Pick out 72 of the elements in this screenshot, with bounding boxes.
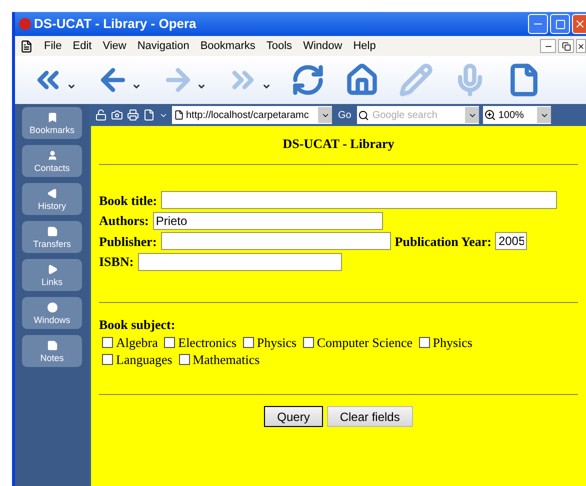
page-icon[interactable]	[20, 40, 33, 52]
checkbox-label: Physics	[432, 335, 472, 350]
go-button[interactable]: Go	[336, 108, 354, 122]
address-field[interactable]: http://localhost/carpetaramc	[172, 106, 332, 124]
caret-icon[interactable]	[132, 82, 141, 91]
sidebar-button[interactable]: Notes	[22, 335, 82, 367]
menu-item[interactable]: View	[102, 38, 126, 54]
form-button[interactable]: Query	[264, 406, 323, 427]
text-input[interactable]	[160, 232, 391, 250]
checkbox[interactable]	[242, 337, 254, 348]
sidebar-button[interactable]: History	[22, 183, 82, 215]
checkbox[interactable]	[418, 337, 430, 348]
sidebar-button[interactable]: Bookmarks	[22, 107, 82, 139]
caret-icon[interactable]	[262, 82, 271, 91]
field-label: ISBN:	[99, 253, 134, 271]
sidebar-button[interactable]: Windows	[22, 297, 82, 329]
zoom-field[interactable]: 100%	[483, 106, 552, 124]
printer-icon[interactable]	[127, 109, 139, 121]
form-button[interactable]: Clear fields	[326, 406, 413, 427]
close-icon	[574, 18, 586, 30]
caret-icon[interactable]	[67, 82, 76, 91]
field-label: Book title:	[99, 192, 158, 210]
text-input[interactable]: Prieto	[152, 212, 383, 230]
text-input[interactable]	[138, 252, 342, 271]
left-triangle-icon	[46, 188, 58, 198]
bookmark-icon	[46, 112, 58, 122]
minimize-icon[interactable]	[540, 39, 556, 53]
checkbox-label: Algebra	[116, 335, 158, 350]
maximize-icon	[554, 18, 566, 30]
checkbox[interactable]	[302, 337, 314, 348]
search-icon	[358, 110, 370, 120]
checkbox[interactable]	[164, 337, 176, 348]
home-icon[interactable]	[345, 63, 379, 97]
menu-item[interactable]: Bookmarks	[200, 38, 256, 54]
checkbox[interactable]	[102, 354, 113, 365]
camera-icon[interactable]	[111, 109, 123, 121]
menu-item[interactable]: Help	[353, 38, 376, 54]
sidebar-button[interactable]: Contacts	[22, 145, 82, 177]
section-label: Book subject:	[99, 316, 176, 334]
unlock-icon[interactable]	[95, 109, 107, 121]
minimize-button[interactable]	[528, 14, 548, 34]
checkbox-label: Mathematics	[192, 352, 260, 367]
maximize-button[interactable]	[550, 14, 570, 34]
field-label: Publisher:	[99, 232, 157, 250]
close-icon[interactable]	[576, 39, 586, 53]
checkbox-label: Electronics	[178, 335, 237, 350]
checkbox-label: Languages	[116, 352, 172, 367]
sidebar-button[interactable]: Links	[22, 259, 82, 291]
field-label: Publication Year:	[394, 232, 492, 250]
checkbox[interactable]	[102, 337, 113, 348]
restore-icon[interactable]	[558, 39, 574, 53]
menu-item[interactable]: Tools	[266, 38, 292, 54]
sidebar-button[interactable]: Transfers	[22, 221, 82, 253]
window-title: DS-UCAT - Library - Opera	[34, 15, 196, 34]
page-heading: DS-UCAT - Library	[282, 135, 396, 153]
reload-icon[interactable]	[291, 63, 325, 97]
menu-item[interactable]: File	[44, 38, 62, 54]
checkbox[interactable]	[178, 354, 190, 365]
menu-item[interactable]: Edit	[72, 38, 92, 54]
person-icon	[46, 150, 58, 160]
menu-item[interactable]: Navigation	[137, 38, 190, 54]
field-label: Authors:	[99, 212, 149, 230]
text-input[interactable]	[161, 191, 558, 210]
caret-icon[interactable]	[197, 82, 206, 91]
right-triangle-icon	[46, 264, 58, 274]
text-input[interactable]: 2005	[495, 232, 528, 250]
close-button[interactable]	[572, 14, 586, 34]
magnifier-icon	[484, 109, 496, 121]
checkbox-label: Computer Science	[316, 335, 413, 350]
menu-item[interactable]: Window	[303, 38, 342, 54]
page-icon	[174, 110, 184, 120]
checkbox-label: Physics	[256, 335, 297, 350]
